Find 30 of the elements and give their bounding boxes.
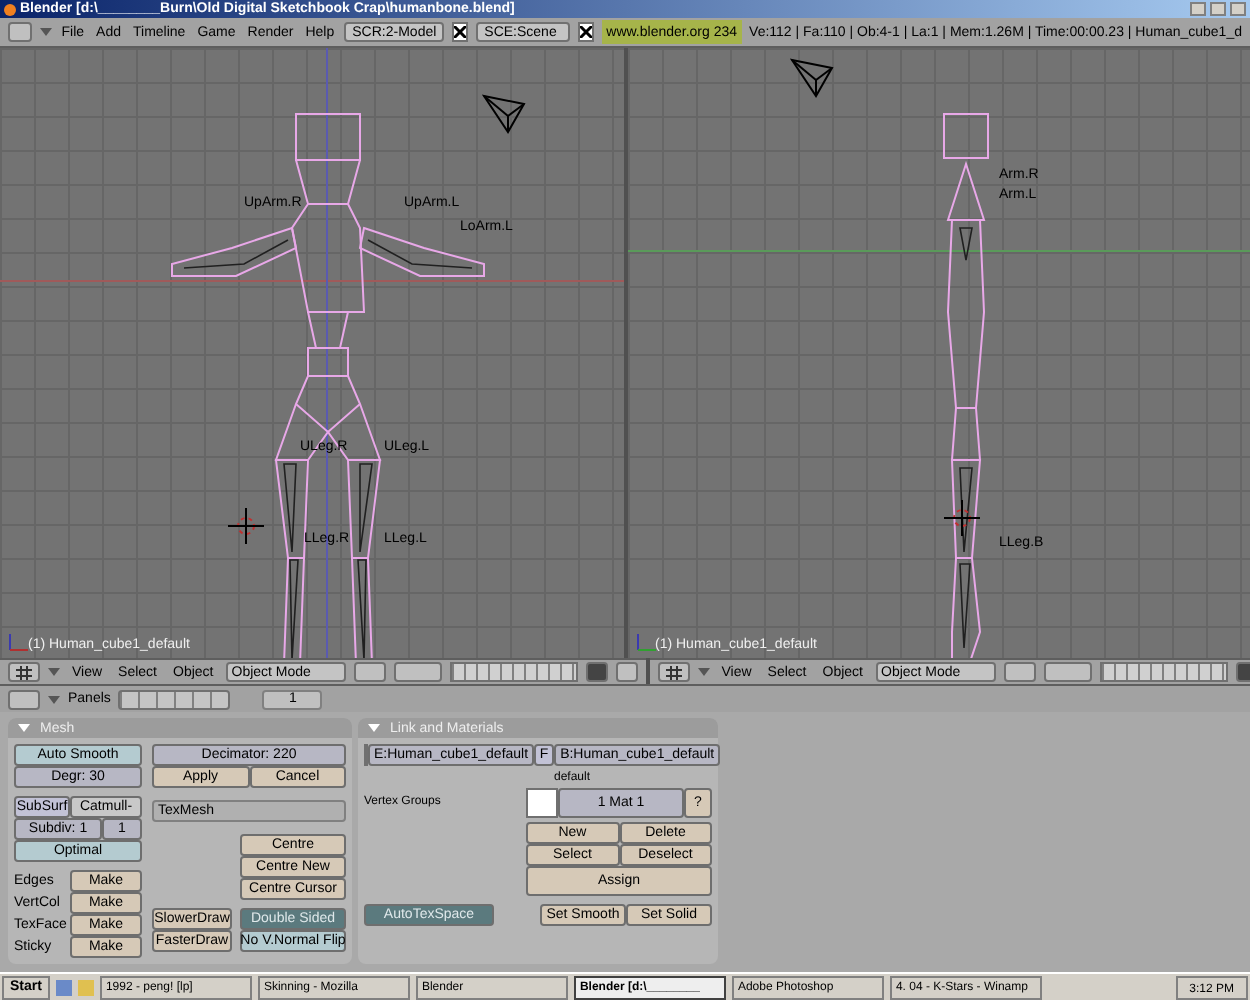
3d-cursor-icon [228,508,264,544]
window-type-button[interactable] [657,662,690,682]
axis-gizmo-icon [633,632,657,652]
close-button[interactable] [1230,2,1246,16]
window-type-button[interactable] [8,662,40,682]
axis-gizmo-icon [6,632,30,652]
layer-buttons[interactable] [449,662,578,682]
lock-button[interactable] [585,662,608,682]
pivot-button[interactable] [393,662,442,682]
close-icon[interactable] [452,22,469,42]
collapse-arrow-icon[interactable] [48,668,60,676]
grid-icon [16,665,32,679]
render-button[interactable] [615,662,638,682]
grid-icon [665,665,682,679]
minimize-button[interactable] [1190,2,1206,16]
collapse-arrow-icon[interactable] [39,28,52,36]
material-color-swatch[interactable] [526,788,558,818]
draw-type-button[interactable] [353,662,386,682]
info-button[interactable] [8,22,32,42]
layer-buttons[interactable] [1099,662,1227,682]
maximize-button[interactable] [1210,2,1226,16]
pivot-button[interactable] [1043,662,1091,682]
camera-icon [787,56,839,100]
close-icon[interactable] [578,22,595,42]
context-buttons[interactable] [118,689,231,709]
3d-cursor-icon [943,500,979,536]
collapse-arrow-icon[interactable] [48,695,60,703]
collapse-arrow-icon[interactable] [697,668,710,676]
app-logo-icon [4,3,16,15]
draw-type-button[interactable] [1003,662,1035,682]
